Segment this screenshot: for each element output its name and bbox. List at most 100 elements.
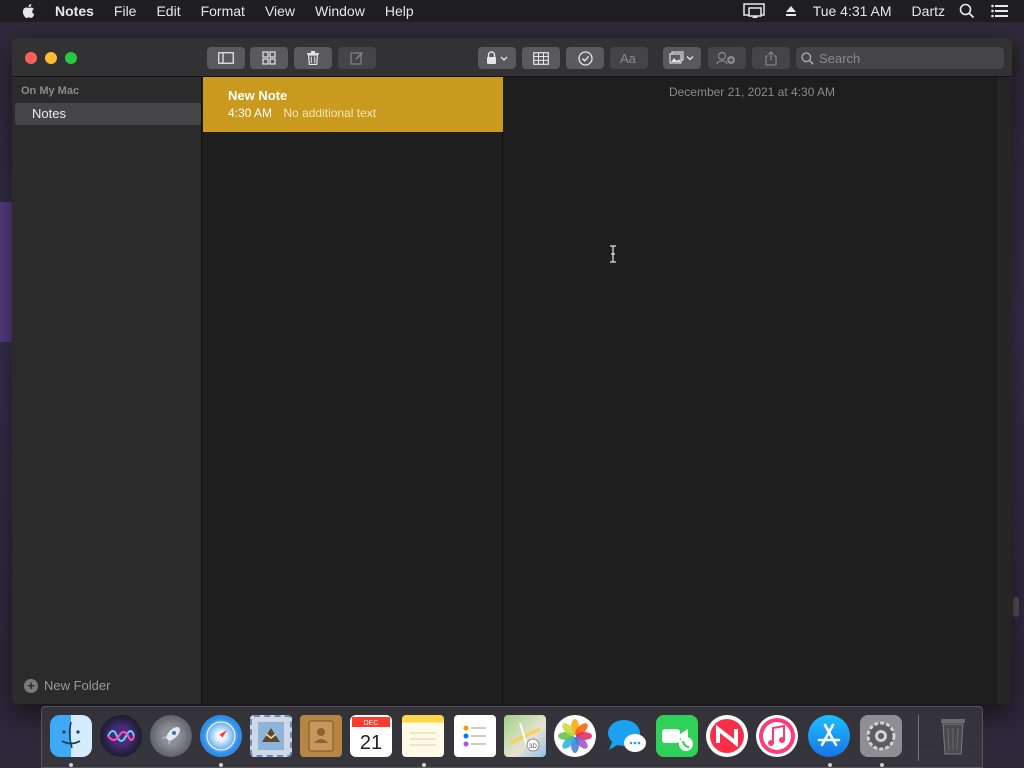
dock-news[interactable] (706, 715, 748, 757)
rocket-icon (162, 727, 180, 745)
sidebar-toggle-icon (218, 52, 234, 64)
dock-maps[interactable]: 3D (504, 715, 546, 757)
plus-icon: + (24, 678, 38, 693)
dock-running-indicator (880, 763, 884, 767)
siri-icon (107, 730, 135, 742)
new-folder-label: New Folder (44, 678, 111, 693)
compose-note-button[interactable] (338, 47, 376, 69)
add-people-button[interactable] (708, 47, 746, 69)
sidebar-toggle-button[interactable] (207, 47, 245, 69)
format-text-button[interactable]: Aa (610, 47, 648, 69)
menu-clock[interactable]: Tue 4:31 AM (803, 0, 902, 22)
dock-music[interactable] (756, 715, 798, 757)
dock-app-store[interactable] (808, 715, 850, 757)
dock-notes[interactable] (402, 715, 444, 757)
search-icon (801, 51, 814, 65)
gallery-view-button[interactable] (250, 47, 288, 69)
compose-icon (350, 52, 363, 65)
dock-system-preferences[interactable] (860, 715, 902, 757)
dock-safari[interactable] (200, 715, 242, 757)
dock-contacts[interactable] (300, 715, 342, 757)
background-app-edge (0, 202, 12, 342)
trash-can-icon (941, 719, 965, 755)
reminders-list-icon (463, 725, 486, 747)
calendar-icon: DEC 21 (352, 717, 390, 754)
gear-icon (866, 721, 896, 751)
app-store-icon (817, 723, 841, 747)
dock-running-indicator (69, 763, 73, 767)
eject-icon[interactable] (785, 5, 797, 17)
dock-calendar[interactable]: DEC 21 (350, 715, 392, 757)
add-media-button[interactable] (663, 47, 701, 69)
dock-mail[interactable] (250, 715, 292, 757)
folders-sidebar: On My Mac Notes + New Folder (12, 77, 202, 704)
trash-icon (307, 51, 319, 65)
note-time: 4:30 AM (228, 106, 273, 120)
share-button[interactable] (752, 47, 790, 69)
svg-text:3D: 3D (529, 744, 537, 750)
dock-trash[interactable] (932, 715, 974, 757)
dock-launchpad[interactable] (150, 715, 192, 757)
zoom-button[interactable] (65, 52, 77, 64)
note-list-item[interactable]: New Note 4:30 AM No additional text (203, 77, 503, 132)
checklist-button[interactable] (566, 47, 604, 69)
finder-icon (61, 721, 81, 749)
menu-user[interactable]: Dartz (902, 0, 955, 22)
note-preview: No additional text (283, 106, 377, 120)
insert-table-button[interactable] (522, 47, 560, 69)
background-scrollbar (1013, 597, 1019, 617)
menu-extras: Tue 4:31 AM Dartz (742, 0, 1024, 22)
lock-icon (487, 51, 508, 64)
checklist-icon (577, 50, 593, 66)
notification-center-icon[interactable] (991, 4, 1009, 18)
display-mirror-icon[interactable] (742, 3, 767, 19)
sidebar-item-notes[interactable]: Notes (15, 103, 201, 125)
dock-photos[interactable] (554, 715, 596, 757)
text-cursor-icon (610, 245, 616, 263)
note-date: December 21, 2021 at 4:30 AM (668, 85, 836, 99)
format-text-icon: Aa (620, 51, 637, 65)
map-icon: 3D (509, 722, 541, 752)
minimize-button[interactable] (45, 52, 57, 64)
video-camera-icon (662, 729, 693, 751)
search-field[interactable] (796, 47, 1004, 69)
add-people-icon (716, 51, 735, 65)
dock-reminders[interactable] (454, 715, 496, 757)
compass-icon (206, 721, 236, 751)
photos-flower-icon (558, 719, 592, 753)
apple-icon[interactable] (20, 2, 38, 20)
note-list: New Note 4:30 AM No additional text (203, 77, 503, 704)
delete-note-button[interactable] (294, 47, 332, 69)
note-title: New Note (228, 88, 288, 103)
lock-note-button[interactable] (478, 47, 516, 69)
menu-window[interactable]: Window (305, 0, 375, 22)
menu-file[interactable]: File (104, 0, 147, 22)
dock-running-indicator (828, 763, 832, 767)
address-book-icon (308, 720, 334, 752)
spotlight-search-icon[interactable] (959, 3, 975, 19)
stamp-eagle-icon (258, 722, 284, 750)
dock-finder[interactable] (50, 715, 92, 757)
menu-help[interactable]: Help (375, 0, 424, 22)
music-note-icon (759, 718, 795, 754)
dock-siri[interactable] (100, 715, 142, 757)
note-editor[interactable]: December 21, 2021 at 4:30 AM (504, 77, 1012, 704)
menu-view[interactable]: View (255, 0, 305, 22)
dock-running-indicator (422, 763, 426, 767)
table-icon (533, 51, 549, 65)
dock-messages[interactable] (606, 715, 648, 757)
search-input[interactable] (819, 50, 989, 66)
menu-app-notes[interactable]: Notes (55, 0, 104, 22)
menu-edit[interactable]: Edit (146, 0, 190, 22)
svg-text:Aa: Aa (620, 51, 637, 65)
editor-scrollbar[interactable] (998, 77, 1012, 704)
note-meta: 4:30 AM No additional text (228, 106, 503, 120)
dock-separator (918, 715, 919, 761)
new-folder-button[interactable]: + New Folder (24, 678, 110, 693)
sidebar-section-on-my-mac: On My Mac (21, 85, 80, 97)
notepad-icon (410, 732, 436, 746)
dock-facetime[interactable] (656, 715, 698, 757)
menu-format[interactable]: Format (191, 0, 255, 22)
dock: DEC 21 3D (41, 706, 983, 768)
close-button[interactable] (25, 52, 37, 64)
